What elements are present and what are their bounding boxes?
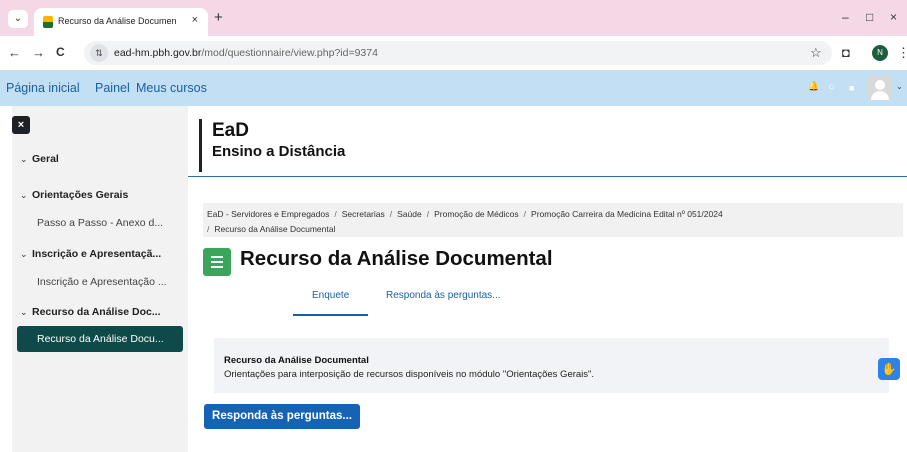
chevron-down-icon: ⌄ (20, 190, 28, 200)
breadcrumb-item[interactable]: Promoção Carreira da Medicina Edital nº … (531, 209, 723, 219)
chevron-down-icon: ⌄ (20, 249, 28, 259)
nav-my-courses-link[interactable]: Meus cursos (136, 81, 207, 95)
chevron-down-icon: ⌄ (20, 307, 28, 317)
section-inscricao[interactable]: ⌄ Inscrição e Apresentaçã... (20, 248, 161, 260)
reload-icon[interactable]: C (56, 45, 65, 59)
window-minimize-button[interactable]: – (842, 10, 849, 24)
section-title: Orientações Gerais (32, 189, 129, 201)
respond-questions-button[interactable]: Responda às perguntas... (204, 404, 360, 429)
extensions-icon[interactable]: ◘ (842, 45, 850, 60)
breadcrumb-separator: / (523, 209, 527, 219)
site-navbar: Página inicial Painel Meus cursos 🔔 ○ ■ … (0, 70, 907, 106)
section-title: Inscrição e Apresentaçã... (32, 248, 162, 260)
breadcrumb-separator: / (426, 209, 430, 219)
address-bar[interactable]: ⇅ ead-hm.pbh.gov.br/mod/questionnaire/vi… (84, 41, 832, 65)
back-icon[interactable]: ← (8, 45, 21, 60)
description-title: Recurso da Análise Documental (224, 355, 369, 366)
brand-divider (199, 119, 202, 172)
notifications-bell-icon[interactable]: 🔔 (808, 81, 819, 92)
brand-logo-line2[interactable]: Ensino a Distância (212, 143, 345, 160)
close-drawer-button[interactable]: × (12, 116, 30, 134)
activity-passo-a-passo[interactable]: Passo a Passo - Anexo d... (37, 217, 163, 229)
activity-description: Recurso da Análise Documental Orientaçõe… (214, 338, 889, 393)
forward-icon[interactable]: → (32, 45, 45, 60)
url-path: /mod/questionnaire/view.php?id=9374 (201, 47, 378, 59)
section-geral[interactable]: ⌄ Geral (20, 153, 59, 165)
breadcrumb-item[interactable]: Saúde (397, 209, 422, 219)
brand-logo-line1[interactable]: EaD (212, 120, 249, 142)
accessibility-hand-icon[interactable]: ✋ (878, 358, 900, 380)
browser-tab[interactable]: Recurso da Análise Documental × (34, 8, 208, 36)
section-title: Geral (32, 153, 59, 165)
breadcrumb-item[interactable]: EaD - Servidores e Empregados (207, 209, 329, 219)
tab-title: Recurso da Análise Documental (58, 16, 176, 26)
chevron-down-icon: ⌄ (20, 154, 28, 164)
activity-recurso-active[interactable]: Recurso da Análise Docu... (17, 326, 183, 352)
breadcrumb-item[interactable]: Promoção de Médicos (434, 209, 519, 219)
header-rule (188, 176, 907, 177)
profile-avatar[interactable]: N (872, 45, 888, 61)
tab-search-chevron-icon[interactable]: ⌄ (8, 10, 28, 28)
breadcrumb-separator: / (334, 209, 337, 219)
tab-responda[interactable]: Responda às perguntas... (386, 290, 501, 301)
site-info-icon[interactable]: ⇅ (90, 44, 108, 62)
nav-dashboard-link[interactable]: Painel (95, 81, 130, 95)
course-index-drawer: × ⌄ Geral ⌄ Orientações Gerais Passo a Pas… (12, 106, 188, 452)
browser-toolbar: ← → C ⇅ ead-hm.pbh.gov.br/mod/questionna… (0, 36, 907, 70)
breadcrumb-separator: / (389, 209, 393, 219)
url-host: ead-hm.pbh.gov.br (114, 47, 202, 59)
url-text[interactable]: ead-hm.pbh.gov.br/mod/questionnaire/view… (114, 47, 378, 59)
browser-menu-icon[interactable]: ⋮ (897, 45, 907, 61)
section-orientacoes-gerais[interactable]: ⌄ Orientações Gerais (20, 189, 128, 201)
user-menu-chevron-icon[interactable]: ⌄ (896, 82, 903, 91)
bookmark-star-icon[interactable]: ☆ (810, 45, 822, 61)
mail-icon[interactable]: ■ (849, 83, 854, 93)
page-title: Recurso da Análise Documental (240, 247, 553, 270)
nav-home-link[interactable]: Página inicial (6, 81, 80, 95)
breadcrumb-item[interactable]: Secretarias (342, 209, 385, 219)
questionnaire-icon (203, 248, 231, 276)
activity-inscricao[interactable]: Inscrição e Apresentação ... (37, 276, 167, 288)
description-text: Orientações para interposição de recurso… (224, 369, 595, 380)
active-tab-indicator (293, 314, 368, 316)
new-tab-button[interactable]: + (214, 9, 223, 26)
window-maximize-button[interactable]: □ (866, 10, 873, 24)
breadcrumb-current: Recurso da Análise Documental (214, 224, 336, 234)
breadcrumb-row: / Recurso da Análise Documental (207, 224, 335, 234)
favicon-icon (43, 16, 53, 28)
activity-label: Recurso da Análise Docu... (37, 333, 164, 345)
section-title: Recurso da Análise Doc... (32, 306, 161, 318)
window-close-button[interactable]: × (890, 10, 897, 24)
user-avatar[interactable] (868, 76, 892, 100)
messages-chat-icon[interactable]: ○ (828, 81, 835, 93)
tab-enquete[interactable]: Enquete (312, 290, 349, 301)
browser-tab-bar: ⌄ Recurso da Análise Documental × + – □ … (0, 0, 907, 36)
breadcrumb: EaD - Servidores e Empregados / Secretaria… (203, 203, 903, 237)
breadcrumb-row: EaD - Servidores e Empregados / Secretaria… (207, 209, 723, 219)
tab-close-icon[interactable]: × (192, 14, 198, 26)
section-recurso[interactable]: ⌄ Recurso da Análise Doc... (20, 306, 161, 318)
